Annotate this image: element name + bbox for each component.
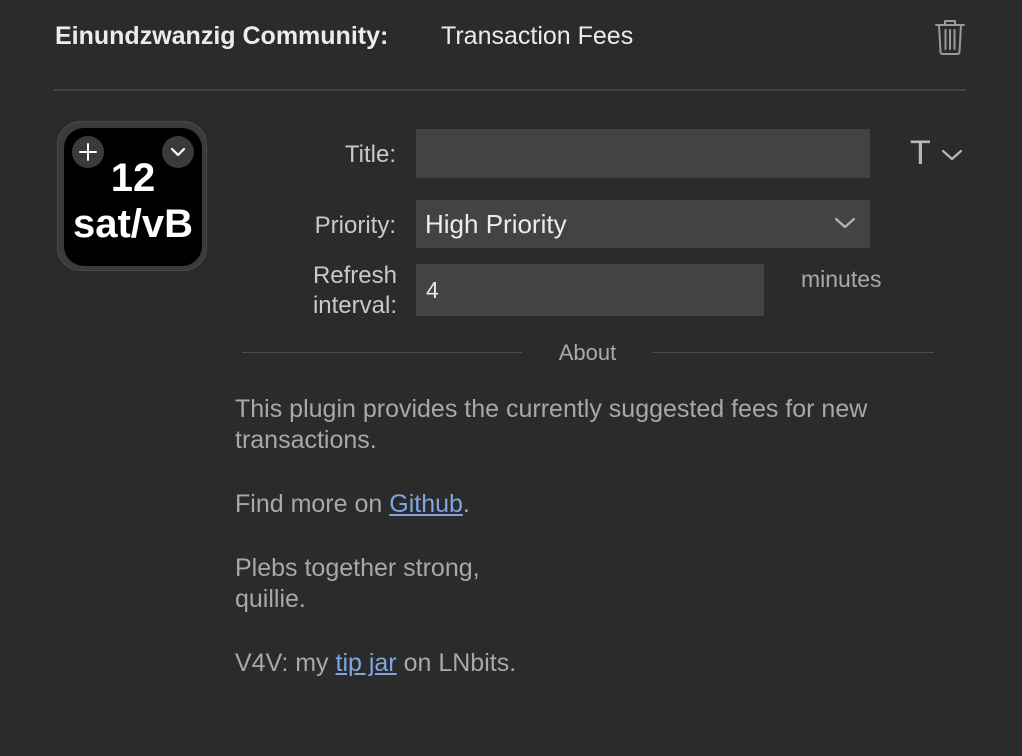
about-paragraph: V4V: my tip jar on LNbits. — [235, 649, 517, 677]
key-menu-button[interactable] — [162, 136, 194, 168]
plugin-name: Einundzwanzig Community: — [55, 22, 389, 50]
chevron-down-icon — [170, 147, 186, 157]
about-paragraph: Find more on Github. — [235, 490, 470, 518]
add-state-button[interactable] — [72, 136, 104, 168]
plus-icon — [79, 143, 97, 161]
action-name: Transaction Fees — [441, 22, 634, 50]
refresh-label-line1: Refresh — [312, 262, 397, 289]
font-style-icon: T — [910, 134, 931, 172]
key-preview[interactable]: 12 sat/vB — [57, 121, 207, 271]
refresh-units: minutes — [801, 266, 882, 292]
title-input[interactable] — [416, 129, 870, 178]
trash-icon — [935, 20, 965, 55]
about-divider-right — [653, 352, 934, 353]
priority-label: Priority: — [314, 212, 396, 239]
chevron-down-icon — [941, 149, 963, 161]
font-style-button[interactable]: T — [908, 134, 968, 174]
chevron-down-icon — [834, 217, 856, 229]
header-divider — [54, 89, 966, 91]
about-divider-left — [242, 352, 522, 353]
about-paragraph: This plugin provides the currently sugge… — [235, 395, 868, 454]
github-link[interactable]: Github — [389, 490, 463, 518]
refresh-label-line2: interval: — [312, 292, 397, 319]
about-paragraph: Plebs together strong, quillie. — [235, 554, 480, 613]
key-line-unit: sat/vB — [72, 202, 194, 246]
key-image: 12 sat/vB — [64, 128, 202, 266]
about-heading: About — [558, 340, 617, 365]
delete-button[interactable] — [933, 18, 967, 56]
refresh-interval-input[interactable] — [416, 264, 764, 316]
tip-jar-link[interactable]: tip jar — [336, 649, 397, 677]
plugin-header: Einundzwanzig Community: Transaction Fee… — [55, 18, 967, 58]
title-label: Title: — [344, 141, 396, 168]
about-text: This plugin provides the currently sugge… — [235, 394, 955, 712]
priority-selected-value: High Priority — [425, 209, 567, 239]
priority-select[interactable]: High Priority — [416, 200, 870, 248]
